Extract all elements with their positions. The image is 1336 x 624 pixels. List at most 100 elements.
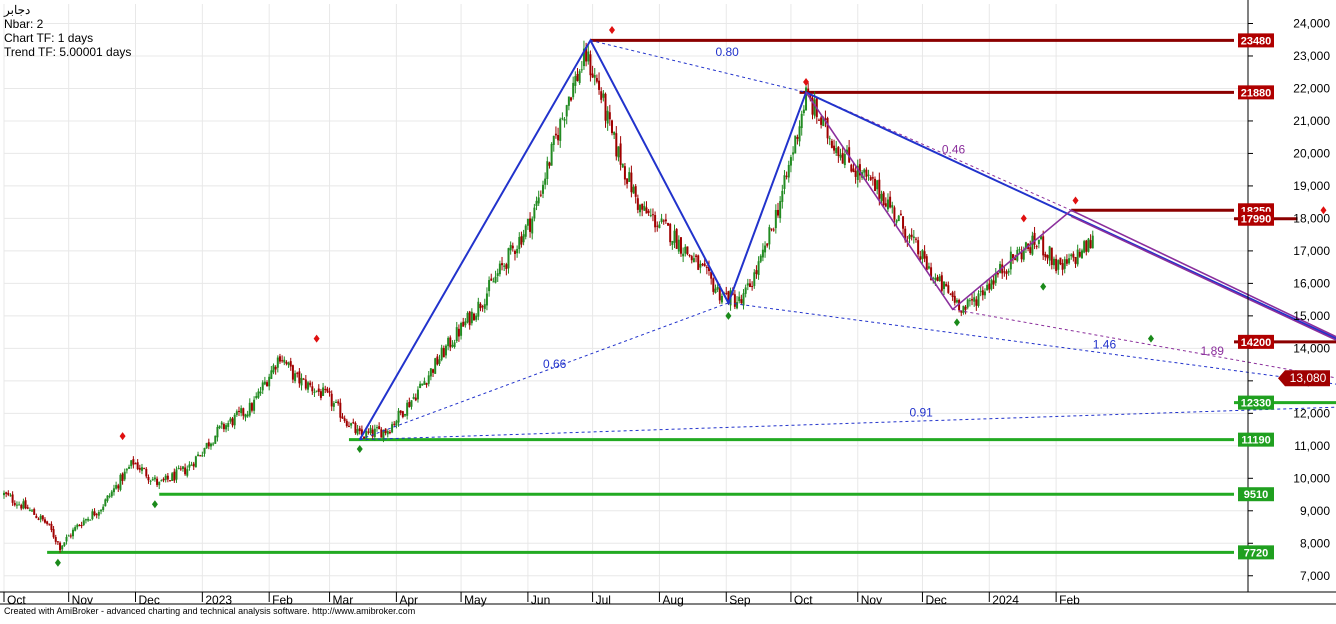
pivot-high-marker <box>119 432 126 441</box>
candle-body <box>328 391 331 394</box>
pivot-high-marker <box>1020 214 1027 223</box>
candle-body <box>973 297 976 302</box>
candle-body <box>943 281 946 289</box>
candle-body <box>1044 253 1047 258</box>
y-tick-label: 22,000 <box>1293 81 1330 95</box>
level-tag-11190: 11190 <box>1241 435 1270 447</box>
candle-body <box>13 502 16 506</box>
candle-body <box>654 215 657 228</box>
candle-body <box>347 425 350 427</box>
candle-body <box>296 372 299 374</box>
candle-body <box>270 370 273 379</box>
candle-body <box>576 73 579 81</box>
candle-body <box>449 337 452 348</box>
candle-body <box>794 135 797 154</box>
candle-body <box>253 399 256 411</box>
candle-body <box>207 442 210 447</box>
candle-body <box>578 71 581 83</box>
candle-body <box>300 377 303 386</box>
candle-body <box>197 454 200 457</box>
price-chart[interactable]: 0.80 0.46 0.66 1.46 1.89 0.91 7,000 8,000 9,000… <box>0 0 1336 619</box>
chart-area[interactable]: 0.80 0.46 0.66 1.46 1.89 0.91 7,000 8,000 9,000… <box>0 0 1336 619</box>
candle-body <box>259 391 262 394</box>
candle-body <box>768 227 771 245</box>
candle-body <box>250 403 253 411</box>
candle-body <box>567 96 570 106</box>
candle-body <box>214 435 217 444</box>
candle-body <box>755 270 758 274</box>
candle-body <box>664 219 667 222</box>
candle-body <box>615 133 618 157</box>
candle-body <box>662 220 665 222</box>
candle-body <box>106 495 109 501</box>
candle-body <box>533 207 536 219</box>
pivot-high-marker <box>313 334 320 343</box>
candle-body <box>380 429 383 438</box>
candle-body <box>554 133 557 136</box>
candle-body <box>203 447 206 454</box>
candle-body <box>134 463 137 465</box>
x-tick-label: May <box>464 593 487 607</box>
candle-body <box>136 462 139 470</box>
x-tick-label: Mar <box>333 593 354 607</box>
candle-body <box>613 131 616 135</box>
candle-body <box>231 418 234 426</box>
candle-body <box>805 87 808 111</box>
candle-body <box>218 425 221 429</box>
candle-body <box>229 418 232 422</box>
candle-body <box>774 209 777 229</box>
candle-body <box>748 283 751 288</box>
candle-body <box>15 504 18 506</box>
candle-body <box>1085 240 1088 252</box>
candle-body <box>684 246 687 254</box>
candle-body <box>447 337 450 347</box>
candle-body <box>112 488 115 493</box>
x-tick-label: Feb <box>1059 593 1080 607</box>
candle-body <box>1035 246 1038 248</box>
candle-body <box>345 420 348 426</box>
candle-body <box>688 254 691 257</box>
candle-body <box>580 69 583 71</box>
dashed-line-4 <box>952 308 1336 379</box>
y-tick-label: 14,000 <box>1293 341 1330 355</box>
candle-body <box>11 494 14 503</box>
candle-body <box>923 251 926 259</box>
candle-body <box>1048 246 1051 261</box>
candle-body <box>671 241 674 245</box>
candle-body <box>837 146 840 157</box>
candle-body <box>50 523 53 530</box>
candle-body <box>966 299 969 308</box>
candle-body <box>770 228 773 230</box>
candle-body <box>306 382 309 390</box>
candle-body <box>35 515 38 519</box>
candle-body <box>955 300 958 303</box>
candle-body <box>953 295 956 303</box>
candle-body <box>3 492 5 496</box>
candle-body <box>177 467 180 469</box>
candle-body <box>341 416 344 419</box>
pivot-low-marker <box>1147 334 1154 343</box>
y-tick-label: 17,000 <box>1293 244 1330 258</box>
candle-body <box>692 258 695 263</box>
candle-body <box>276 357 279 368</box>
candle-body <box>878 179 881 199</box>
candle-body <box>153 477 156 480</box>
candle-body <box>902 216 905 229</box>
candle-body <box>925 256 928 271</box>
candle-body <box>18 504 21 506</box>
candle-body <box>817 119 820 121</box>
candle-body <box>404 414 407 416</box>
pivot-high-marker <box>1072 196 1079 205</box>
candle-body <box>261 382 264 391</box>
candle-body <box>1003 271 1006 273</box>
candle-body <box>169 480 172 482</box>
candle-body <box>699 263 702 268</box>
candle-body <box>281 360 284 362</box>
y-tick-label: 21,000 <box>1293 114 1330 128</box>
level-tag-14200: 14200 <box>1241 337 1272 349</box>
candle-body <box>494 276 497 283</box>
candle-body <box>513 250 516 254</box>
candle-body <box>1070 254 1073 257</box>
candle-body <box>87 518 90 521</box>
candle-body <box>990 279 993 290</box>
